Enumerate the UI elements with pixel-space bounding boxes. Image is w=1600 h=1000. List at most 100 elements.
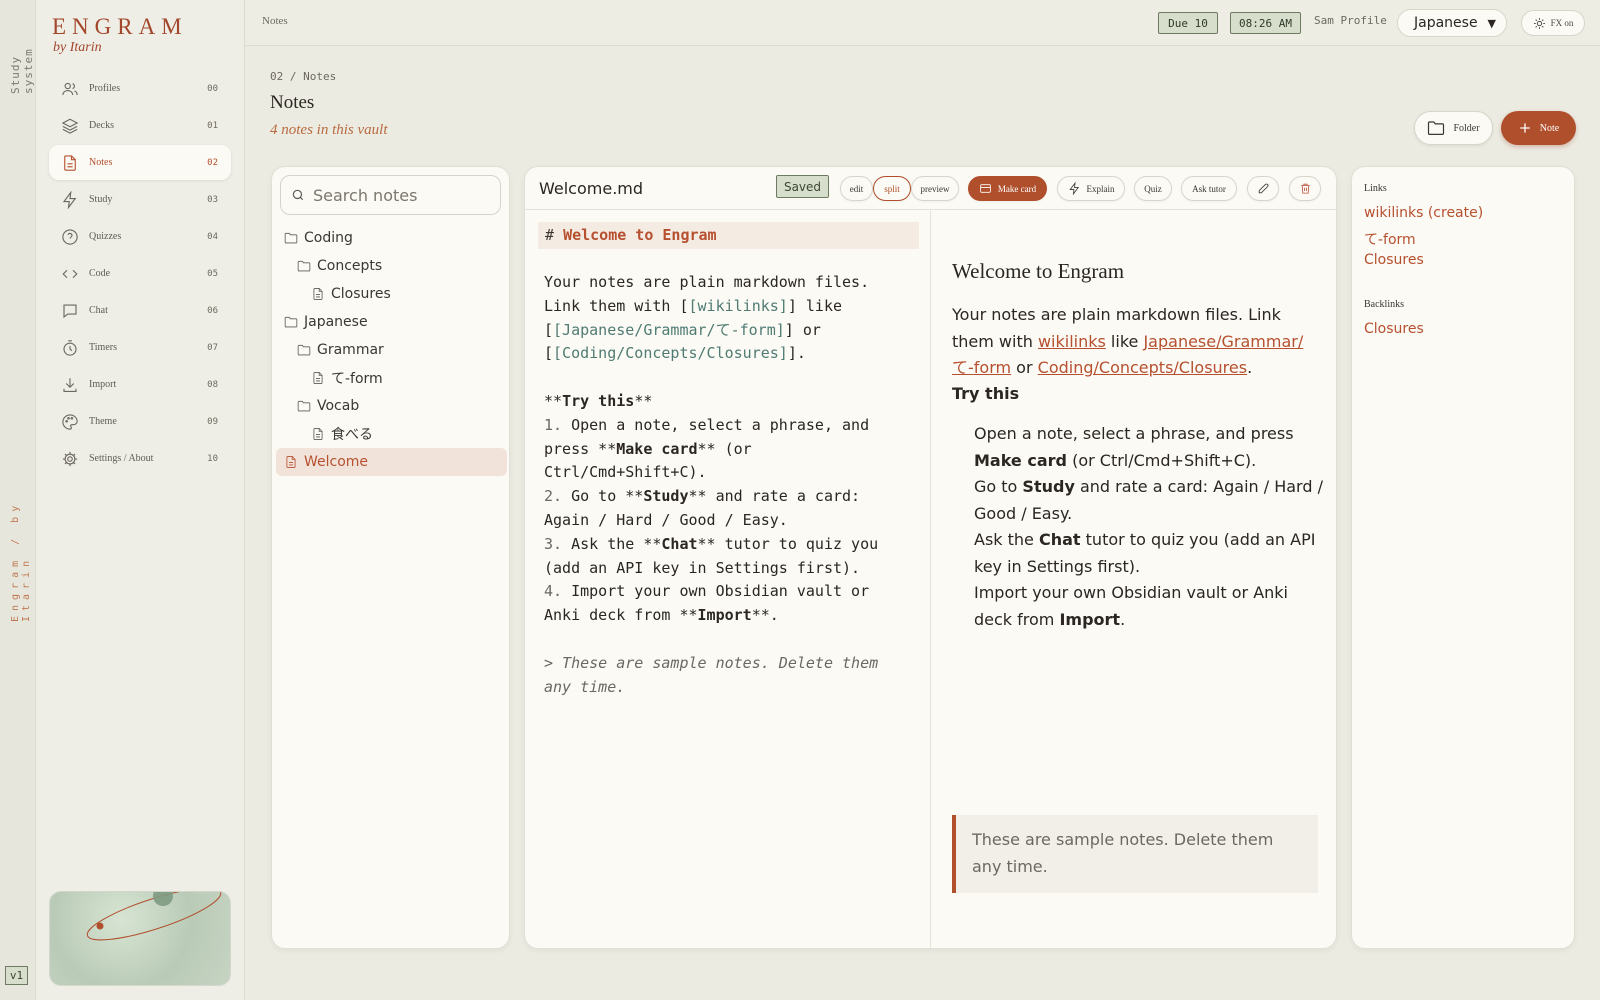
sidebar-item-number: 05 — [207, 268, 218, 279]
sidebar-item-notes[interactable]: Notes 02 — [49, 145, 231, 180]
source-bold: Study — [643, 487, 689, 506]
lightning-icon — [1068, 182, 1079, 195]
tree-item-label: Grammar — [317, 342, 384, 358]
source-heading-line: # Welcome to Engram — [538, 222, 919, 249]
sidebar-item-code[interactable]: Code 05 — [49, 256, 231, 291]
new-folder-button[interactable]: Folder — [1414, 111, 1493, 145]
sidebar-item-quizzes[interactable]: Quizzes 04 — [49, 219, 231, 254]
profile-name[interactable]: Sam Profile — [1314, 14, 1387, 27]
explain-button[interactable]: Explain — [1057, 176, 1125, 201]
brand-subtitle: by Itarin — [53, 40, 102, 55]
search-icon — [292, 189, 304, 201]
sidebar-item-profiles[interactable]: Profiles 00 — [49, 71, 231, 106]
sidebar-item-number: 10 — [207, 453, 218, 464]
tree-folder-grammar[interactable]: Grammar — [276, 336, 507, 364]
list-number: 2. — [544, 487, 563, 506]
preview-title: Welcome to Engram — [952, 259, 1125, 283]
due-badge[interactable]: Due 10 — [1158, 12, 1218, 34]
tree-file-welcome[interactable]: Welcome — [276, 448, 507, 476]
markdown-source-pane[interactable]: # Welcome to Engram Your notes are plain… — [525, 211, 931, 948]
save-status-badge: Saved — [776, 175, 829, 198]
preview-link-wikilinks[interactable]: wikilinks — [1038, 332, 1106, 351]
preview-text: Import your own Obsidian vault or Anki d… — [974, 583, 1288, 629]
clock-badge: 08:26 AM — [1230, 12, 1301, 34]
preview-blockquote: These are sample notes. Delete them any … — [952, 815, 1318, 893]
tree-folder-japanese[interactable]: Japanese — [276, 308, 507, 336]
sun-icon — [1533, 17, 1545, 29]
tree-folder-coding[interactable]: Coding — [276, 224, 507, 252]
notes-tree: Coding Concepts Closures Japanese Gramma… — [276, 224, 507, 476]
sidebar-item-settings[interactable]: Settings / About 10 — [49, 441, 231, 476]
preview-subheading: Try this — [952, 384, 1020, 403]
fx-label: FX on — [1550, 18, 1574, 28]
preview-link-closures[interactable]: Coding/Concepts/Closures — [1038, 358, 1247, 377]
mode-split-button[interactable]: split — [873, 176, 911, 201]
tree-item-label: Closures — [331, 286, 391, 302]
folder-icon — [297, 260, 311, 272]
sidebar-item-label: Timers — [89, 342, 117, 353]
list-item: Go to Study and rate a card: Again / Har… — [974, 474, 1324, 527]
page-subtitle: 4 notes in this vault — [270, 122, 388, 138]
top-bar: Notes Due 10 08:26 AM Sam Profile Japane… — [245, 0, 1600, 46]
links-panel: Links wikilinks (create) て-form Closures… — [1351, 166, 1575, 949]
make-card-button[interactable]: Make card — [968, 176, 1047, 201]
profiles-icon — [61, 80, 79, 98]
rename-button[interactable] — [1247, 176, 1279, 201]
file-icon — [313, 428, 323, 440]
outgoing-link[interactable]: て-form — [1364, 229, 1416, 249]
links-heading: Links — [1364, 183, 1387, 194]
preview-bold: Make card — [974, 450, 1067, 470]
source-bold: Import — [697, 606, 752, 625]
fx-toggle[interactable]: FX on — [1521, 10, 1585, 36]
search-box[interactable] — [280, 175, 501, 215]
source-wikilink: [Coding/Concepts/Closures] — [553, 344, 788, 363]
outgoing-link[interactable]: Closures — [1364, 252, 1424, 268]
sidebar-item-chat[interactable]: Chat 06 — [49, 293, 231, 328]
explain-label: Explain — [1086, 183, 1115, 194]
tree-folder-concepts[interactable]: Concepts — [276, 252, 507, 280]
list-number: 3. — [544, 534, 563, 553]
quiz-button[interactable]: Quiz — [1134, 176, 1172, 201]
heading-text: Welcome to Engram — [563, 226, 717, 244]
tree-item-label: 食べる — [331, 427, 373, 443]
sidebar-item-theme[interactable]: Theme 09 — [49, 404, 231, 439]
sidebar-item-import[interactable]: Import 08 — [49, 367, 231, 402]
tree-file-te-form[interactable]: て-form — [276, 364, 507, 392]
list-item: Open a note, select a phrase, and press … — [974, 421, 1324, 474]
tree-folder-vocab[interactable]: Vocab — [276, 392, 507, 420]
timer-icon — [61, 339, 79, 357]
folder-icon — [297, 344, 311, 356]
language-select-value: Japanese — [1414, 15, 1478, 31]
search-input[interactable] — [313, 185, 493, 205]
backlink[interactable]: Closures — [1364, 321, 1424, 337]
preview-list: Open a note, select a phrase, and press … — [974, 421, 1324, 633]
source-bold: Try this — [562, 391, 635, 410]
sidebar-item-study[interactable]: Study 03 — [49, 182, 231, 217]
delete-button[interactable] — [1289, 176, 1321, 201]
sidebar-item-timers[interactable]: Timers 07 — [49, 330, 231, 365]
mode-split-label: split — [884, 183, 900, 194]
sidebar-item-label: Notes — [89, 157, 113, 168]
new-note-button[interactable]: Note — [1501, 111, 1576, 145]
source-text: **. — [751, 606, 779, 625]
editor-panel: Welcome.md Saved edit split preview Make… — [524, 166, 1337, 949]
source-text: ** — [634, 391, 653, 410]
ask-tutor-button[interactable]: Ask tutor — [1181, 176, 1237, 201]
list-item: Ask the Chat tutor to quiz you (add an A… — [974, 527, 1324, 580]
mode-edit-button[interactable]: edit — [840, 176, 873, 201]
mode-preview-label: preview — [920, 183, 950, 194]
mode-preview-button[interactable]: preview — [911, 176, 959, 201]
preview-text: Open a note, select a phrase, and press — [974, 424, 1294, 443]
sidebar-item-label: Code — [89, 268, 111, 279]
tree-item-label: Coding — [304, 230, 353, 246]
outgoing-link[interactable]: wikilinks (create) — [1364, 205, 1483, 221]
tree-file-closures[interactable]: Closures — [276, 280, 507, 308]
file-icon — [313, 372, 323, 384]
source-text: ]. — [787, 344, 806, 363]
preview-bold: Import — [1059, 609, 1121, 629]
tree-file-taberu[interactable]: 食べる — [276, 420, 507, 448]
sidebar-item-decks[interactable]: Decks 01 — [49, 108, 231, 143]
rail-brand-label: Engram / by Itarin — [10, 500, 32, 622]
pencil-icon — [1258, 183, 1268, 194]
language-select[interactable]: Japanese ▼ — [1397, 9, 1507, 37]
